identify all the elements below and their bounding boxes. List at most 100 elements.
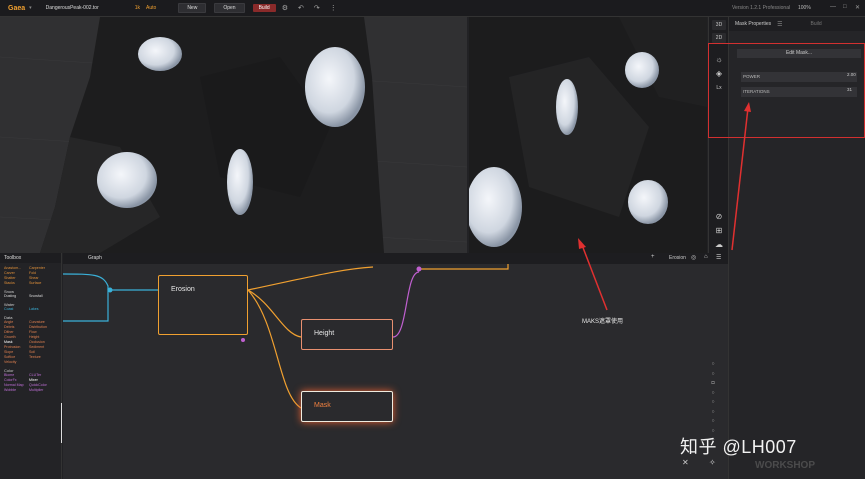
- toolbox-item[interactable]: Mixer: [29, 378, 54, 382]
- toolbox-item[interactable]: Flow: [29, 330, 54, 334]
- toolbox-item[interactable]: Mask: [4, 340, 29, 344]
- toolbox-data-list: Angle Curvature Debris Distribution Dither…: [4, 320, 61, 364]
- toolbox-item[interactable]: Angle: [4, 320, 29, 324]
- maximize-icon[interactable]: □: [843, 4, 847, 10]
- view-2d-button[interactable]: 2D: [712, 33, 726, 43]
- node-erosion-title: Erosion: [171, 286, 195, 293]
- settings-icon[interactable]: ⚙: [282, 4, 288, 12]
- toolbox-scrollbar[interactable]: [61, 403, 62, 443]
- toolbox-item[interactable]: QuickColor: [29, 383, 54, 387]
- menu-icon[interactable]: ☰: [777, 21, 782, 28]
- toolbox-item[interactable]: Dither: [4, 330, 29, 334]
- toolbox-item[interactable]: Sediment: [29, 345, 54, 349]
- circle-icon[interactable]: ○: [709, 370, 717, 380]
- close-icon[interactable]: ✕: [855, 4, 860, 11]
- redo-icon[interactable]: ↷: [314, 4, 320, 12]
- watermark-zhihu: 知乎 @LH007: [680, 437, 797, 457]
- node-height-title: Height: [314, 330, 335, 337]
- expand-icon[interactable]: ✧: [709, 458, 716, 467]
- zoom-level[interactable]: 100%: [798, 5, 811, 11]
- new-button[interactable]: New: [178, 3, 207, 13]
- toolbox-color-list: Biome CLUTer ColorFx Mixer Normal Map Quick…: [4, 373, 61, 392]
- circle-icon[interactable]: ○: [709, 417, 717, 427]
- toolbox-item[interactable]: Curvature: [29, 320, 54, 324]
- lock-icon[interactable]: ◘: [709, 379, 717, 389]
- viewport-3d[interactable]: [0, 17, 467, 253]
- watermark-brand: WORKSHOP: [755, 460, 815, 471]
- open-button[interactable]: Open: [214, 3, 245, 13]
- resolution-select[interactable]: 1k: [135, 5, 140, 11]
- circle-icon[interactable]: ○: [709, 360, 717, 370]
- app-logo[interactable]: Gaea: [8, 5, 25, 12]
- target-icon[interactable]: ◎: [691, 254, 696, 261]
- toolbox-item[interactable]: Fold: [29, 271, 54, 275]
- chevron-down-icon[interactable]: ▾: [29, 5, 32, 11]
- toolbox-item[interactable]: Biome: [4, 373, 29, 377]
- toolbox-snow-list: Dusting Snowfall: [4, 294, 61, 298]
- highlight-box: [708, 43, 865, 138]
- grid-icon[interactable]: ⊞: [714, 226, 724, 236]
- graph-panel[interactable]: Graph + Erosion ◎ ⌂ ☰ Erosion Height Mas…: [63, 253, 728, 479]
- camera-icon[interactable]: ☁: [714, 240, 724, 250]
- circle-icon[interactable]: ○: [709, 398, 717, 408]
- undo-icon[interactable]: ↶: [298, 4, 304, 12]
- toolbox-item[interactable]: Growth: [4, 335, 29, 339]
- version-label: Version 1.2.1 Professional: [732, 5, 791, 11]
- toolbox-item[interactable]: Normal Map: [4, 383, 29, 387]
- toolbox-item[interactable]: Stacks: [4, 281, 29, 285]
- toolbox-item[interactable]: Wobble: [4, 388, 29, 392]
- toolbox-item[interactable]: Distribution: [29, 325, 54, 329]
- toolbox-item[interactable]: CLUTer: [29, 373, 54, 377]
- node-erosion[interactable]: Erosion: [158, 275, 248, 335]
- node-search[interactable]: Erosion: [669, 255, 686, 261]
- graph-tab-bar: Graph + Erosion ◎ ⌂ ☰: [63, 253, 728, 264]
- toolbox-item[interactable]: SoftIce: [4, 355, 29, 359]
- top-bar: Gaea ▾ DangerousPeak-002.tor 1k Auto New…: [0, 0, 865, 17]
- view-3d-button[interactable]: 3D: [712, 20, 726, 30]
- fit-icon[interactable]: ✕: [682, 458, 689, 467]
- toolbox-title: Toolbox: [0, 253, 61, 263]
- toolbox-item[interactable]: Anastom...: [4, 266, 29, 270]
- toolbox-item[interactable]: Shear: [29, 276, 54, 280]
- menu-icon[interactable]: ☰: [716, 254, 721, 261]
- viewport-2d[interactable]: [469, 17, 707, 253]
- toolbox-item[interactable]: Carpenter: [29, 266, 54, 270]
- node-height[interactable]: Height: [301, 319, 393, 350]
- tab-build[interactable]: Build: [805, 21, 828, 27]
- toolbox-item[interactable]: ColorFx: [4, 378, 29, 382]
- circle-icon[interactable]: ○: [709, 389, 717, 399]
- toolbox-item[interactable]: Dusting: [4, 294, 29, 298]
- toolbox-item[interactable]: Coast: [4, 307, 29, 311]
- properties-tabs: Mask Properties ☰ Build: [729, 17, 865, 31]
- file-name: DangerousPeak-002.tor: [45, 5, 99, 11]
- toolbox-item[interactable]: Texture: [29, 355, 54, 359]
- tab-mask-properties[interactable]: Mask Properties: [729, 21, 777, 27]
- minimize-icon[interactable]: —: [830, 4, 836, 10]
- toolbox-item[interactable]: Debris: [4, 325, 29, 329]
- toolbox-item[interactable]: [29, 360, 54, 364]
- toolbox-item[interactable]: Lakes: [29, 307, 54, 311]
- terrain-2d-render: [469, 17, 707, 253]
- toolbox-item[interactable]: Multiplier: [29, 388, 54, 392]
- toolbox-item[interactable]: Protrusion: [4, 345, 29, 349]
- toolbox-item[interactable]: Velocity: [4, 360, 29, 364]
- toolbox-item[interactable]: Carver: [4, 271, 29, 275]
- toolbox-item[interactable]: Shatter: [4, 276, 29, 280]
- node-mask[interactable]: Mask: [301, 391, 393, 422]
- tab-graph[interactable]: Graph: [88, 255, 102, 261]
- toolbox-item[interactable]: Height: [29, 335, 54, 339]
- compass-icon[interactable]: ⊘: [714, 212, 724, 222]
- more-icon[interactable]: ⋮: [330, 4, 337, 12]
- build-button[interactable]: Build: [252, 4, 276, 12]
- toolbox-water-list: Coast Lakes: [4, 307, 61, 311]
- mode-select[interactable]: Auto: [146, 5, 156, 11]
- circle-icon[interactable]: ○: [709, 408, 717, 418]
- toolbox-item[interactable]: Snowfall: [29, 294, 54, 298]
- toolbox-item[interactable]: Soil: [29, 350, 54, 354]
- toolbox-item[interactable]: Occlusion: [29, 340, 54, 344]
- toolbox-item[interactable]: Slope: [4, 350, 29, 354]
- add-icon[interactable]: +: [651, 254, 655, 260]
- toolbox-item[interactable]: Surface: [29, 281, 54, 285]
- home-icon[interactable]: ⌂: [704, 254, 708, 260]
- toolbox-erosion-list: Anastom... Carpenter Carver Fold Shatter Sh…: [4, 266, 61, 285]
